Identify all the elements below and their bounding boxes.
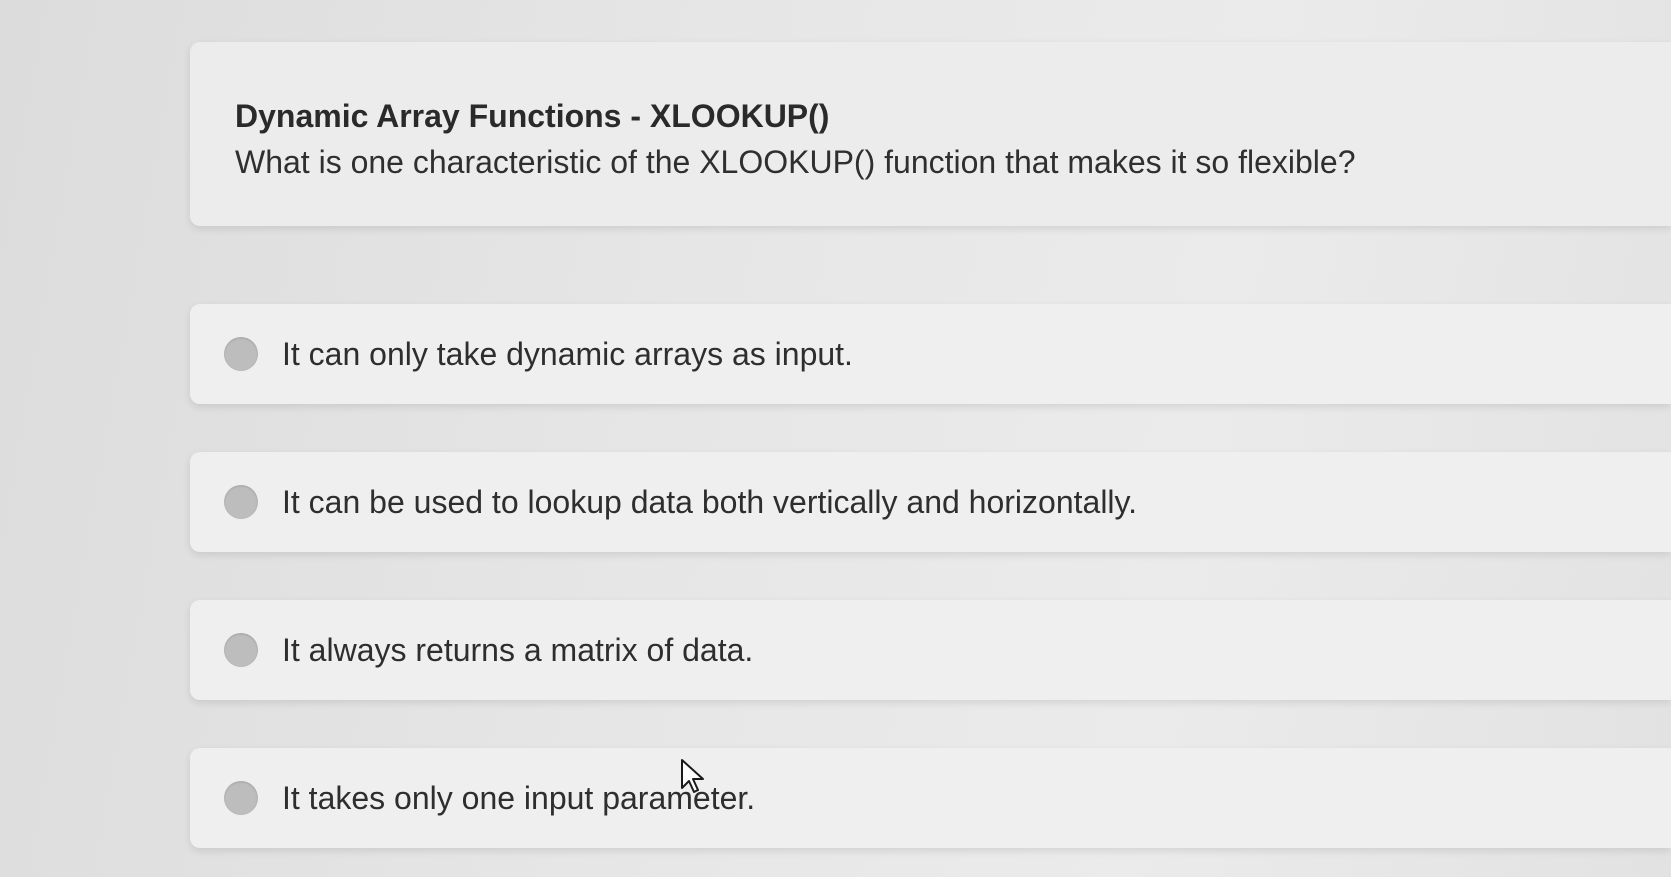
mouse-pointer-icon: [681, 759, 704, 793]
question-card: Dynamic Array Functions - XLOOKUP() What…: [190, 42, 1671, 226]
answer-option-3[interactable]: It always returns a matrix of data.: [190, 600, 1671, 700]
quiz-screen: Dynamic Array Functions - XLOOKUP() What…: [0, 0, 1671, 877]
answer-option-2[interactable]: It can be used to lookup data both verti…: [190, 452, 1671, 552]
answer-option-label: It can only take dynamic arrays as input…: [282, 335, 853, 372]
radio-button-icon[interactable]: [224, 633, 258, 667]
answer-option-4[interactable]: It takes only one input parameter.: [190, 748, 1671, 848]
question-text: What is one characteristic of the XLOOKU…: [235, 144, 1356, 180]
radio-button-icon[interactable]: [224, 781, 258, 815]
answer-option-label: It can be used to lookup data both verti…: [282, 483, 1138, 520]
answer-option-label: It always returns a matrix of data.: [282, 631, 754, 668]
radio-button-icon[interactable]: [224, 485, 258, 519]
answer-option-1[interactable]: It can only take dynamic arrays as input…: [190, 304, 1671, 404]
question-title: Dynamic Array Functions - XLOOKUP(): [235, 98, 830, 134]
radio-button-icon[interactable]: [224, 337, 258, 371]
